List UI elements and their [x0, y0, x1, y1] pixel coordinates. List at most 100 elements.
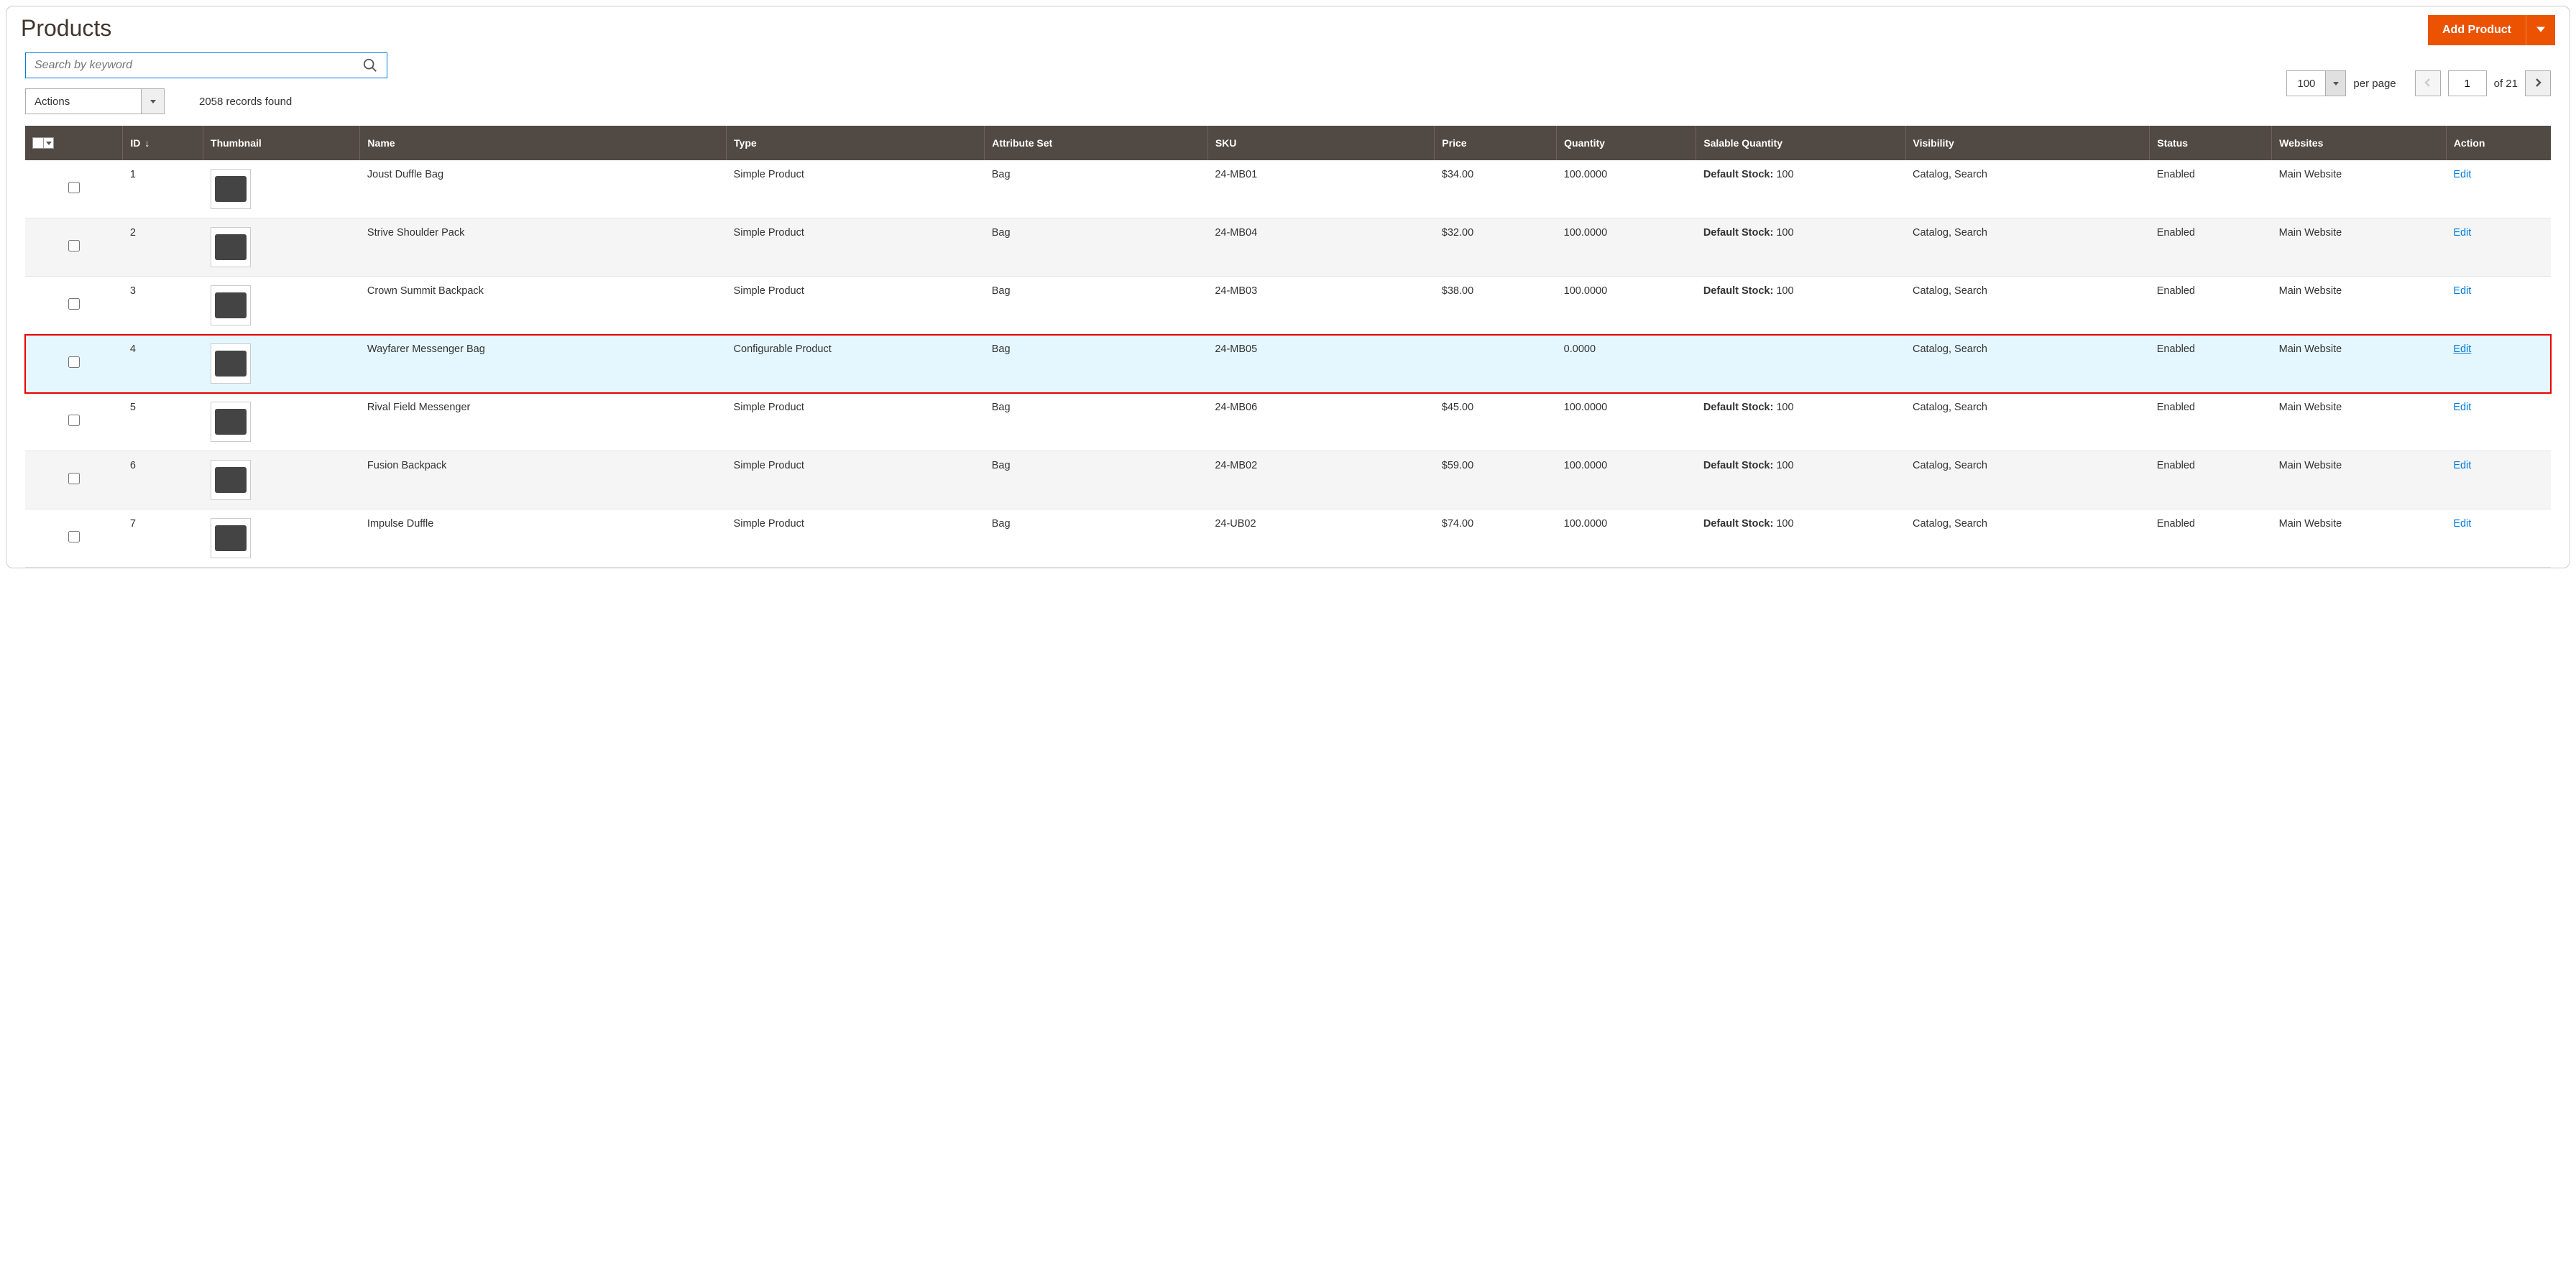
- cell-type: Configurable Product: [727, 335, 985, 393]
- table-row[interactable]: 5Rival Field MessengerSimple ProductBag2…: [25, 393, 2551, 451]
- select-all-toggle[interactable]: [44, 137, 54, 149]
- per-page-toggle[interactable]: [2325, 71, 2345, 96]
- caret-down-icon: [46, 142, 52, 145]
- row-checkbox[interactable]: [68, 356, 80, 368]
- cell-id: 2: [123, 218, 203, 277]
- cell-salable-quantity: Default Stock: 100: [1696, 393, 1905, 451]
- search-input[interactable]: [25, 52, 387, 78]
- column-header-thumbnail[interactable]: Thumbnail: [203, 126, 360, 160]
- cell-websites: Main Website: [2272, 335, 2447, 393]
- select-all-checkbox[interactable]: [32, 137, 44, 149]
- add-product-button[interactable]: Add Product: [2428, 15, 2526, 45]
- thumbnail-image: [211, 227, 251, 267]
- cell-salable-quantity: [1696, 335, 1905, 393]
- cell-action: Edit: [2446, 160, 2551, 218]
- cell-status: Enabled: [2150, 335, 2272, 393]
- table-row[interactable]: 4Wayfarer Messenger BagConfigurable Prod…: [25, 335, 2551, 393]
- edit-link[interactable]: Edit: [2453, 227, 2471, 239]
- table-row[interactable]: 7Impulse DuffleSimple ProductBag24-UB02$…: [25, 509, 2551, 568]
- cell-attribute-set: Bag: [985, 218, 1208, 277]
- cell-quantity: 100.0000: [1557, 160, 1696, 218]
- column-header-visibility[interactable]: Visibility: [1905, 126, 2150, 160]
- table-row[interactable]: 1Joust Duffle BagSimple ProductBag24-MB0…: [25, 160, 2551, 218]
- add-product-button-group: Add Product: [2428, 15, 2555, 45]
- cell-attribute-set: Bag: [985, 335, 1208, 393]
- cell-action: Edit: [2446, 277, 2551, 335]
- page-title: Products: [21, 15, 111, 42]
- cell-id: 6: [123, 451, 203, 509]
- column-label: ID: [130, 137, 140, 149]
- cell-sku: 24-MB04: [1208, 218, 1434, 277]
- next-page-button[interactable]: [2525, 70, 2551, 96]
- current-page-input[interactable]: [2448, 70, 2487, 96]
- cell-thumbnail: [203, 160, 360, 218]
- cell-sku: 24-MB02: [1208, 451, 1434, 509]
- thumbnail-image: [211, 402, 251, 442]
- cell-type: Simple Product: [727, 277, 985, 335]
- cell-salable-quantity: Default Stock: 100: [1696, 160, 1905, 218]
- edit-link[interactable]: Edit: [2453, 285, 2471, 297]
- actions-dropdown[interactable]: Actions: [25, 88, 165, 114]
- cell-id: 4: [123, 335, 203, 393]
- edit-link[interactable]: Edit: [2453, 518, 2471, 530]
- row-checkbox[interactable]: [68, 473, 80, 484]
- actions-label: Actions: [26, 96, 141, 108]
- table-row[interactable]: 6Fusion BackpackSimple ProductBag24-MB02…: [25, 451, 2551, 509]
- cell-attribute-set: Bag: [985, 393, 1208, 451]
- cell-salable-quantity: Default Stock: 100: [1696, 218, 1905, 277]
- edit-link[interactable]: Edit: [2453, 169, 2471, 180]
- add-product-dropdown-toggle[interactable]: [2526, 15, 2555, 45]
- cell-visibility: Catalog, Search: [1905, 160, 2150, 218]
- column-header-price[interactable]: Price: [1435, 126, 1557, 160]
- cell-sku: 24-MB05: [1208, 335, 1434, 393]
- actions-toggle[interactable]: [141, 89, 164, 114]
- cell-id: 1: [123, 160, 203, 218]
- column-header-websites[interactable]: Websites: [2272, 126, 2447, 160]
- cell-visibility: Catalog, Search: [1905, 218, 2150, 277]
- column-header-action[interactable]: Action: [2446, 126, 2551, 160]
- thumbnail-image: [211, 343, 251, 384]
- chevron-left-icon: [2424, 78, 2432, 89]
- per-page-label: per page: [2353, 78, 2396, 90]
- column-header-checkbox[interactable]: [25, 126, 123, 160]
- cell-action: Edit: [2446, 218, 2551, 277]
- row-checkbox[interactable]: [68, 415, 80, 426]
- row-checkbox[interactable]: [68, 240, 80, 251]
- thumbnail-image: [211, 460, 251, 500]
- cell-websites: Main Website: [2272, 451, 2447, 509]
- cell-quantity: 100.0000: [1557, 277, 1696, 335]
- cell-websites: Main Website: [2272, 160, 2447, 218]
- cell-websites: Main Website: [2272, 509, 2447, 568]
- edit-link[interactable]: Edit: [2453, 460, 2471, 471]
- cell-name: Fusion Backpack: [360, 451, 727, 509]
- cell-name: Crown Summit Backpack: [360, 277, 727, 335]
- search-icon[interactable]: [360, 55, 380, 75]
- row-checkbox[interactable]: [68, 298, 80, 310]
- cell-visibility: Catalog, Search: [1905, 335, 2150, 393]
- edit-link[interactable]: Edit: [2453, 343, 2471, 355]
- row-checkbox[interactable]: [68, 531, 80, 542]
- column-header-type[interactable]: Type: [727, 126, 985, 160]
- cell-attribute-set: Bag: [985, 509, 1208, 568]
- column-header-status[interactable]: Status: [2150, 126, 2272, 160]
- column-header-sku[interactable]: SKU: [1208, 126, 1434, 160]
- edit-link[interactable]: Edit: [2453, 402, 2471, 413]
- cell-action: Edit: [2446, 509, 2551, 568]
- column-header-name[interactable]: Name: [360, 126, 727, 160]
- column-header-attribute-set[interactable]: Attribute Set: [985, 126, 1208, 160]
- cell-price: [1435, 335, 1557, 393]
- per-page-select[interactable]: 100: [2286, 70, 2346, 96]
- caret-down-icon: [150, 100, 156, 103]
- table-row[interactable]: 3Crown Summit BackpackSimple ProductBag2…: [25, 277, 2551, 335]
- products-grid: ID ↓ Thumbnail Name Type Attribute Set SK…: [25, 126, 2551, 568]
- cell-quantity: 0.0000: [1557, 335, 1696, 393]
- sort-down-icon: ↓: [144, 137, 150, 149]
- cell-name: Impulse Duffle: [360, 509, 727, 568]
- cell-attribute-set: Bag: [985, 451, 1208, 509]
- column-header-quantity[interactable]: Quantity: [1557, 126, 1696, 160]
- column-header-salable-quantity[interactable]: Salable Quantity: [1696, 126, 1905, 160]
- prev-page-button[interactable]: [2415, 70, 2441, 96]
- column-header-id[interactable]: ID ↓: [123, 126, 203, 160]
- row-checkbox[interactable]: [68, 182, 80, 193]
- table-row[interactable]: 2Strive Shoulder PackSimple ProductBag24…: [25, 218, 2551, 277]
